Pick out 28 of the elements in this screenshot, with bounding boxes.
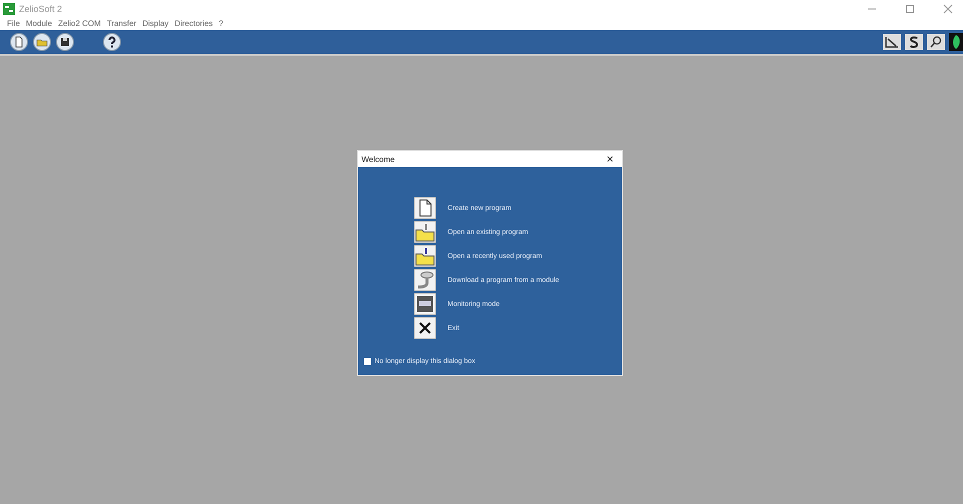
menu-item[interactable]: File <box>7 19 20 28</box>
monitor-icon[interactable] <box>414 293 436 315</box>
s-mode-icon[interactable] <box>905 34 923 50</box>
new-file-icon[interactable] <box>10 33 28 51</box>
close-icon[interactable] <box>943 4 953 14</box>
window-title: ZelioSoft 2 <box>19 4 62 14</box>
folder-icon[interactable] <box>414 245 436 267</box>
help-icon[interactable] <box>103 33 121 51</box>
checkbox[interactable] <box>364 358 370 365</box>
menu-item[interactable]: Zelio2 COM <box>58 19 101 28</box>
leaf-logo-icon <box>949 33 963 51</box>
open-folder-icon[interactable] <box>33 33 51 51</box>
dialog-title: Welcome <box>362 154 395 164</box>
maximize-icon[interactable] <box>905 4 915 14</box>
close-x-icon[interactable] <box>414 317 436 339</box>
menu-item[interactable]: Module <box>26 19 52 28</box>
menu-item[interactable]: Transfer <box>106 19 136 28</box>
folder-icon[interactable] <box>414 221 436 243</box>
app-logo-icon <box>3 2 15 14</box>
menu-item[interactable]: Display <box>142 19 169 28</box>
close-button[interactable]: × <box>602 152 618 166</box>
save-icon[interactable] <box>56 33 74 51</box>
chart-icon[interactable] <box>883 34 901 50</box>
search-icon[interactable] <box>927 34 945 50</box>
pipe-icon[interactable] <box>414 269 436 291</box>
menu-item[interactable]: ? <box>218 19 224 28</box>
blank-page-icon[interactable] <box>414 197 436 219</box>
menu-item[interactable]: Directories <box>174 19 213 28</box>
